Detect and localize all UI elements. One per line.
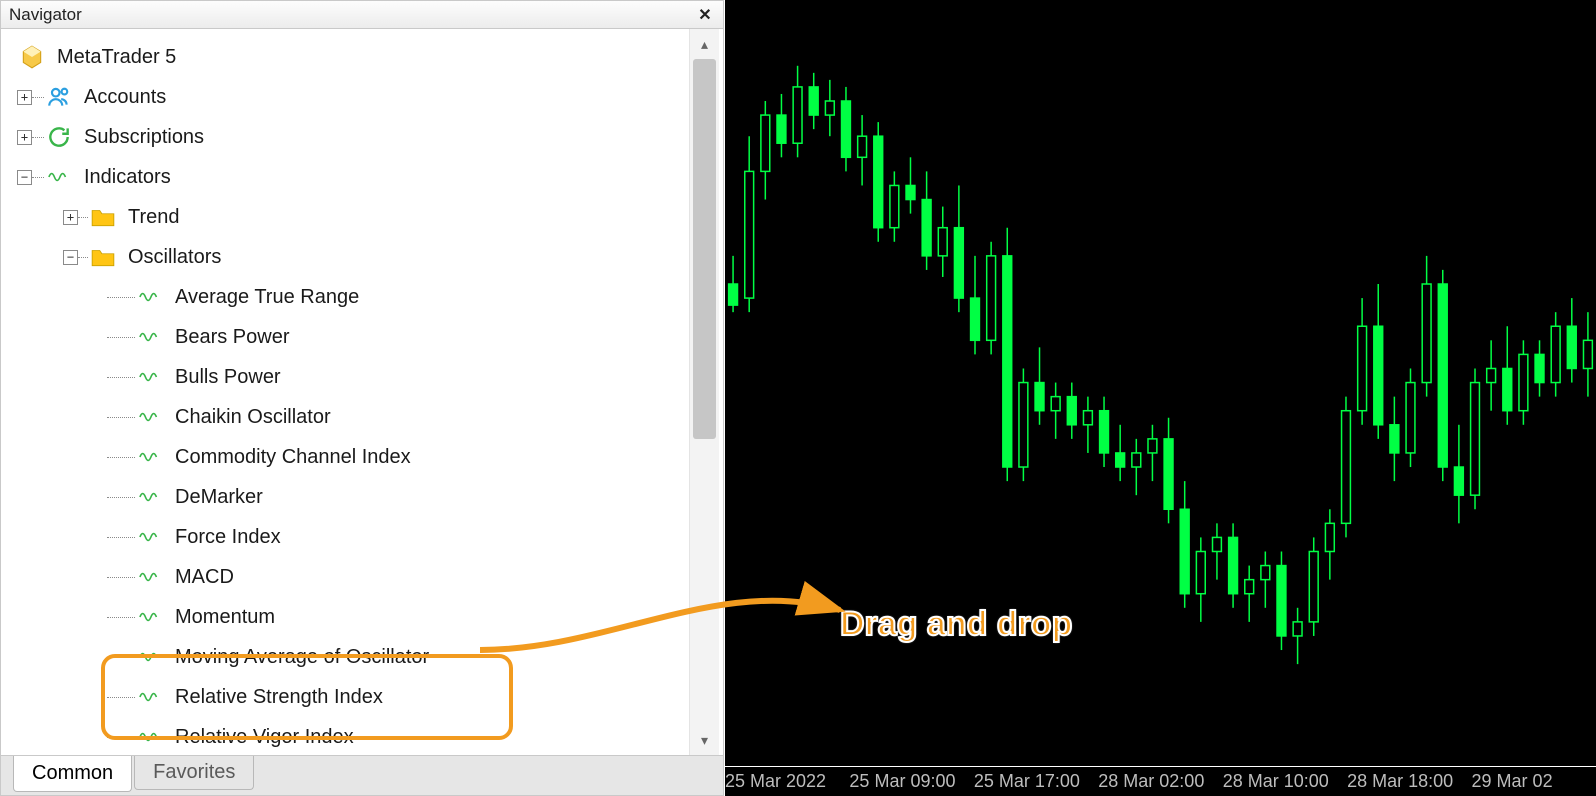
wave-icon <box>135 446 165 468</box>
time-label: 28 Mar 02:00 <box>1098 771 1222 792</box>
tree-folder-trend[interactable]: + Trend <box>7 197 685 237</box>
tree-label: MACD <box>175 566 234 589</box>
tree-label: Commodity Channel Index <box>175 446 411 469</box>
navigator-body: MetaTrader 5 + Accounts + Subscriptions <box>1 29 723 755</box>
tree-item-oscillator[interactable]: MACD <box>7 557 685 597</box>
tree-label: Relative Strength Index <box>175 686 383 709</box>
tree-item-oscillator[interactable]: Momentum <box>7 597 685 637</box>
navigator-title: Navigator <box>9 5 82 25</box>
tree-item-oscillator[interactable]: Relative Strength Index <box>7 677 685 717</box>
tree-root-label: MetaTrader 5 <box>57 46 176 69</box>
people-icon <box>44 84 74 110</box>
tree-label: Relative Vigor Index <box>175 726 354 749</box>
tree-folder-oscillators[interactable]: − Oscillators <box>7 237 685 277</box>
wave-icon <box>135 366 165 388</box>
tree-label: DeMarker <box>175 486 263 509</box>
tree-label: Oscillators <box>128 246 221 269</box>
candlestick-svg <box>725 0 1596 765</box>
tree-label: Bulls Power <box>175 366 281 389</box>
time-label: 25 Mar 2022 <box>725 771 849 792</box>
tree-item-oscillator[interactable]: Bulls Power <box>7 357 685 397</box>
tab-favorites[interactable]: Favorites <box>134 756 254 790</box>
scrollbar[interactable]: ▴ ▾ <box>689 29 719 755</box>
tree-item-oscillator[interactable]: DeMarker <box>7 477 685 517</box>
time-label: 29 Mar 02 <box>1472 771 1596 792</box>
tree-item-oscillator[interactable]: Bears Power <box>7 317 685 357</box>
navigator-tabs: Common Favorites <box>1 755 723 795</box>
expander-minus-icon[interactable]: − <box>17 170 32 185</box>
tree-item-oscillator[interactable]: Chaikin Oscillator <box>7 397 685 437</box>
folder-icon <box>88 244 118 270</box>
tree-root[interactable]: MetaTrader 5 <box>7 37 685 77</box>
time-label: 25 Mar 09:00 <box>849 771 973 792</box>
navigator-tree[interactable]: MetaTrader 5 + Accounts + Subscriptions <box>1 29 689 755</box>
tree-label: Moving Average of Oscillator <box>175 646 429 669</box>
tab-common[interactable]: Common <box>13 756 132 792</box>
wave-icon <box>135 486 165 508</box>
wave-icon <box>135 566 165 588</box>
wave-icon <box>135 286 165 308</box>
tree-label: Trend <box>128 206 180 229</box>
tree-item-oscillator[interactable]: Relative Vigor Index <box>7 717 685 755</box>
navigator-titlebar[interactable]: Navigator ✕ <box>1 1 723 29</box>
wave-icon <box>135 726 165 748</box>
folder-icon <box>88 204 118 230</box>
navigator-panel: Navigator ✕ MetaTrader 5 + Accounts <box>0 0 724 796</box>
wave-icon <box>135 406 165 428</box>
wave-icon <box>135 646 165 668</box>
wave-icon <box>135 326 165 348</box>
wave-icon <box>135 526 165 548</box>
time-label: 25 Mar 17:00 <box>974 771 1098 792</box>
close-icon[interactable]: ✕ <box>693 4 717 26</box>
tree-label: Accounts <box>84 86 166 109</box>
expander-plus-icon[interactable]: + <box>63 210 78 225</box>
tree-item-indicators[interactable]: − Indicators <box>7 157 685 197</box>
tree-item-accounts[interactable]: + Accounts <box>7 77 685 117</box>
scroll-up-icon[interactable]: ▴ <box>690 31 719 57</box>
annotation-text: Drag and drop <box>840 605 1072 644</box>
tree-label: Chaikin Oscillator <box>175 406 331 429</box>
tree-label: Momentum <box>175 606 275 629</box>
tree-item-oscillator[interactable]: Force Index <box>7 517 685 557</box>
expander-plus-icon[interactable]: + <box>17 90 32 105</box>
time-label: 28 Mar 10:00 <box>1223 771 1347 792</box>
tree-label: Bears Power <box>175 326 290 349</box>
scroll-down-icon[interactable]: ▾ <box>690 727 719 753</box>
tree-item-subscriptions[interactable]: + Subscriptions <box>7 117 685 157</box>
tree-item-oscillator[interactable]: Moving Average of Oscillator <box>7 637 685 677</box>
chart-area[interactable]: 25 Mar 202225 Mar 09:0025 Mar 17:0028 Ma… <box>724 0 1596 796</box>
expander-minus-icon[interactable]: − <box>63 250 78 265</box>
tree-label: Indicators <box>84 166 171 189</box>
tree-label: Average True Range <box>175 286 359 309</box>
scroll-thumb[interactable] <box>693 59 716 439</box>
expander-plus-icon[interactable]: + <box>17 130 32 145</box>
app-icon <box>17 44 47 70</box>
tree-label: Force Index <box>175 526 281 549</box>
wave-icon <box>135 606 165 628</box>
tree-item-oscillator[interactable]: Commodity Channel Index <box>7 437 685 477</box>
tree-item-oscillator[interactable]: Average True Range <box>7 277 685 317</box>
refresh-icon <box>44 124 74 150</box>
tree-label: Subscriptions <box>84 126 204 149</box>
time-axis: 25 Mar 202225 Mar 09:0025 Mar 17:0028 Ma… <box>725 766 1596 796</box>
wave-icon <box>44 166 74 188</box>
wave-icon <box>135 686 165 708</box>
time-label: 28 Mar 18:00 <box>1347 771 1471 792</box>
